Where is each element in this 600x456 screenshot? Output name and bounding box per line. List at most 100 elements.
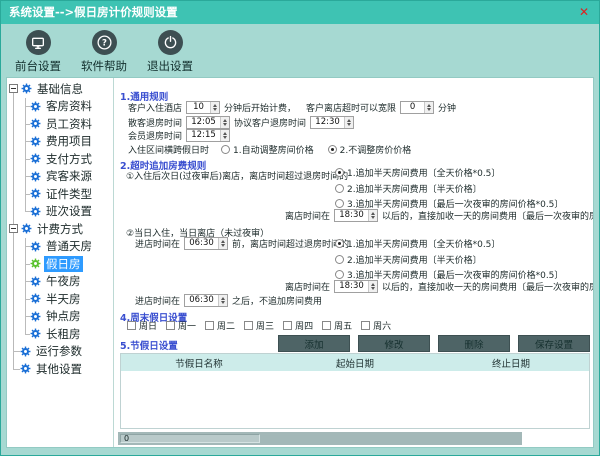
settings-window: 系统设置-->假日房计价规则设置 ✕ 前台设置?软件帮助退出设置 基础信息客房资… bbox=[0, 0, 600, 456]
weekday-checkbox-4[interactable]: 周四 bbox=[283, 319, 313, 332]
spinner-buttons-icon[interactable] bbox=[218, 238, 227, 249]
tree-item-billing-methods[interactable]: 计费方式 bbox=[7, 220, 113, 238]
delete-button[interactable]: 删除 bbox=[438, 335, 510, 352]
radio-icon[interactable] bbox=[335, 270, 344, 279]
tree-item-fee-items[interactable]: 费用项目 bbox=[7, 133, 113, 151]
case2-after-row: 进店时间在 06:30 之后，不追加房间费用 bbox=[135, 294, 326, 307]
weekday-checkbox-row: 周日周一周二周三周四周五周六 bbox=[127, 319, 391, 332]
radio-label: 2.不调整房价价格 bbox=[340, 143, 412, 156]
gear-icon bbox=[30, 136, 41, 147]
weekday-checkbox-6[interactable]: 周六 bbox=[361, 319, 391, 332]
tree-item-other-settings[interactable]: 其他设置 bbox=[7, 360, 113, 378]
case1-option-1[interactable]: 1.追加半天房间费用〔全天价格*0.5〕 bbox=[335, 165, 500, 181]
spinner-buttons-icon[interactable] bbox=[220, 117, 229, 128]
modify-button[interactable]: 修改 bbox=[358, 335, 430, 352]
tree-item-label: 其他设置 bbox=[34, 361, 84, 377]
tree-item-run-params[interactable]: 运行参数 bbox=[7, 343, 113, 361]
tree-item-midnight-room[interactable]: 午夜房 bbox=[7, 273, 113, 291]
case2-before-row: 进店时间在 06:30 前，离店时间超过退房时间的 bbox=[135, 237, 353, 250]
case1-late-label: 离店时间在 bbox=[285, 209, 330, 222]
toolbar-exit-settings[interactable]: 退出设置 bbox=[141, 25, 199, 77]
toolbar-front-desk-settings[interactable]: 前台设置 bbox=[9, 25, 67, 77]
checkbox-icon[interactable] bbox=[322, 321, 331, 330]
walkin-checkout-time-input[interactable]: 12:05 bbox=[186, 116, 230, 129]
tree-item-label: 员工资料 bbox=[44, 116, 94, 132]
spinner-buttons-icon[interactable] bbox=[424, 102, 433, 113]
radio-icon[interactable] bbox=[335, 184, 344, 193]
tree-item-hourly-room[interactable]: 钟点房 bbox=[7, 308, 113, 326]
case1-option-2[interactable]: 2.追加半天房间费用〔半天价格〕 bbox=[335, 181, 482, 197]
member-checkout-time-input[interactable]: 12:15 bbox=[186, 129, 230, 142]
tree-item-holiday-room[interactable]: 假日房 bbox=[7, 255, 113, 273]
spinner-buttons-icon[interactable] bbox=[368, 281, 377, 292]
case2-radio-group: 1.追加半天房间费用〔全天价格*0.5〕2.追加半天房间费用〔半天价格〕3.追加… bbox=[335, 236, 563, 283]
toolbar-label: 前台设置 bbox=[15, 58, 61, 74]
grace-prefix-label: 客户离店超时可以宽限 bbox=[306, 101, 396, 114]
radio-icon[interactable] bbox=[221, 145, 230, 154]
case2-late-checkout-time-input[interactable]: 18:30 bbox=[334, 280, 378, 293]
checkbox-icon[interactable] bbox=[361, 321, 370, 330]
checkbox-icon[interactable] bbox=[166, 321, 175, 330]
radio-icon[interactable] bbox=[335, 199, 344, 208]
tree-item-label: 长租房 bbox=[44, 326, 83, 342]
tree-item-shift-settings[interactable]: 班次设置 bbox=[7, 203, 113, 221]
tree-item-id-types[interactable]: 证件类型 bbox=[7, 185, 113, 203]
spinner-buttons-icon[interactable] bbox=[220, 130, 229, 141]
checkin-minutes-input[interactable]: 10 bbox=[186, 101, 220, 114]
radio-icon[interactable] bbox=[335, 255, 344, 264]
toolbar-label: 软件帮助 bbox=[81, 58, 127, 74]
checkbox-icon[interactable] bbox=[283, 321, 292, 330]
weekday-checkbox-0[interactable]: 周日 bbox=[127, 319, 157, 332]
spinner-buttons-icon[interactable] bbox=[210, 102, 219, 113]
expand-toggle-icon[interactable] bbox=[9, 224, 18, 233]
radio-icon[interactable] bbox=[335, 239, 344, 248]
case2-checkin-before-time-input[interactable]: 06:30 bbox=[184, 237, 228, 250]
expand-toggle-icon[interactable] bbox=[9, 84, 18, 93]
spin-value: 06:30 bbox=[185, 238, 218, 249]
gear-icon bbox=[21, 223, 32, 234]
weekday-checkbox-5[interactable]: 周五 bbox=[322, 319, 352, 332]
tree-item-payment-methods[interactable]: 支付方式 bbox=[7, 150, 113, 168]
case2-checkin-after-time-input[interactable]: 06:30 bbox=[184, 294, 228, 307]
grace-minutes-input[interactable]: 0 bbox=[400, 101, 434, 114]
spin-value: 0 bbox=[401, 102, 424, 113]
holiday-table-body[interactable] bbox=[121, 371, 589, 428]
weekday-checkbox-2[interactable]: 周二 bbox=[205, 319, 235, 332]
tree-item-half-day-room[interactable]: 半天房 bbox=[7, 290, 113, 308]
tree-item-label: 支付方式 bbox=[44, 151, 94, 167]
case1-late-checkout-time-input[interactable]: 18:30 bbox=[334, 209, 378, 222]
save-settings-button[interactable]: 保存设置 bbox=[518, 335, 590, 352]
cross-holiday-option-1[interactable]: 1.自动调整房间价格 bbox=[221, 143, 314, 156]
case2-option-2[interactable]: 2.追加半天房间费用〔半天价格〕 bbox=[335, 252, 482, 268]
cross-holiday-radio-group: 1.自动调整房间价格 2.不调整房价价格 bbox=[221, 143, 411, 156]
contract-checkout-time-input[interactable]: 12:30 bbox=[310, 116, 354, 129]
spin-value: 06:30 bbox=[185, 295, 218, 306]
checkbox-icon[interactable] bbox=[127, 321, 136, 330]
tree-item-room-data[interactable]: 客房资料 bbox=[7, 98, 113, 116]
tree-item-staff-data[interactable]: 员工资料 bbox=[7, 115, 113, 133]
checkbox-icon[interactable] bbox=[244, 321, 253, 330]
checkbox-icon[interactable] bbox=[205, 321, 214, 330]
weekday-checkbox-3[interactable]: 周三 bbox=[244, 319, 274, 332]
spinner-buttons-icon[interactable] bbox=[368, 210, 377, 221]
radio-icon[interactable] bbox=[335, 168, 344, 177]
svg-text:?: ? bbox=[102, 39, 107, 49]
tree-item-label: 午夜房 bbox=[44, 273, 83, 289]
radio-icon[interactable] bbox=[328, 145, 337, 154]
weekday-label: 周日 bbox=[139, 319, 157, 332]
cross-holiday-option-2[interactable]: 2.不调整房价价格 bbox=[328, 143, 412, 156]
tree-item-normal-day-room[interactable]: 普通天房 bbox=[7, 238, 113, 256]
tree-item-guest-sources[interactable]: 宾客来源 bbox=[7, 168, 113, 186]
add-button[interactable]: 添加 bbox=[278, 335, 350, 352]
tree-item-basic-info[interactable]: 基础信息 bbox=[7, 80, 113, 98]
close-button[interactable]: ✕ bbox=[579, 1, 589, 24]
tree-item-label: 客房资料 bbox=[44, 98, 94, 114]
checkin-prefix-label: 客户入住酒店 bbox=[128, 101, 182, 114]
spinner-buttons-icon[interactable] bbox=[344, 117, 353, 128]
toolbar-software-help[interactable]: ? 软件帮助 bbox=[75, 25, 133, 77]
case2-option-1[interactable]: 1.追加半天房间费用〔全天价格*0.5〕 bbox=[335, 236, 500, 252]
tree-item-long-rent-room[interactable]: 长租房 bbox=[7, 325, 113, 343]
section5-heading: 5.节假日设置 bbox=[120, 338, 178, 352]
spinner-buttons-icon[interactable] bbox=[218, 295, 227, 306]
weekday-checkbox-1[interactable]: 周一 bbox=[166, 319, 196, 332]
